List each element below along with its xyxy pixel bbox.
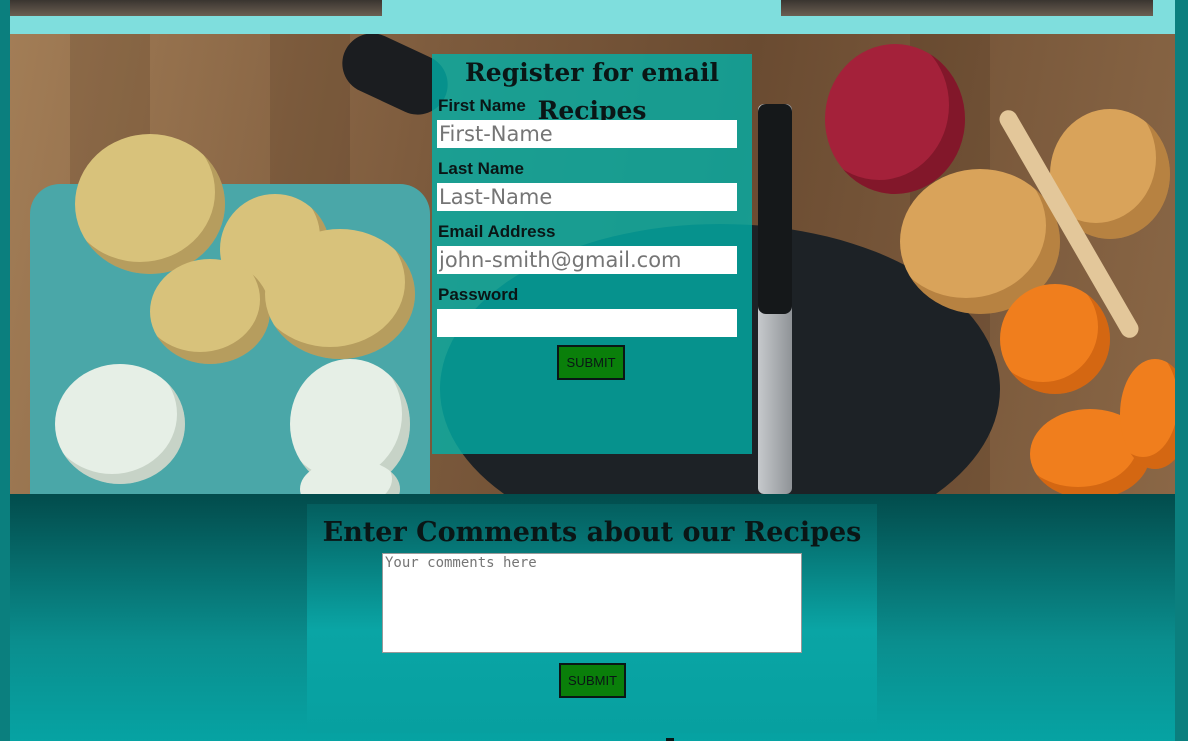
first-name-label: First Name [438, 96, 526, 115]
comments-form: Enter Comments about our Recipes Here SU… [307, 504, 877, 733]
egg [55, 364, 185, 484]
comments-submit-button[interactable]: SUBMIT [559, 663, 626, 698]
potato [75, 134, 225, 274]
password-label: Password [438, 285, 519, 304]
comments-textarea[interactable] [382, 553, 802, 653]
last-name-field[interactable] [437, 183, 737, 211]
password-field[interactable] [437, 309, 737, 337]
register-submit-button[interactable]: SUBMIT [557, 345, 625, 380]
email-label: Email Address [438, 222, 556, 241]
email-field[interactable] [437, 246, 737, 274]
last-name-label: Last Name [438, 159, 524, 178]
orange [1000, 284, 1110, 394]
top-image-left [10, 0, 382, 16]
pomegranate [825, 44, 965, 194]
potato [150, 259, 270, 364]
first-name-field[interactable] [437, 120, 737, 148]
register-form-title: Register for email Recipes [465, 58, 719, 125]
top-image-right [781, 0, 1153, 16]
knife-handle [758, 104, 792, 314]
potato [265, 229, 415, 359]
register-form: Register for email Recipes First Name La… [432, 54, 752, 454]
